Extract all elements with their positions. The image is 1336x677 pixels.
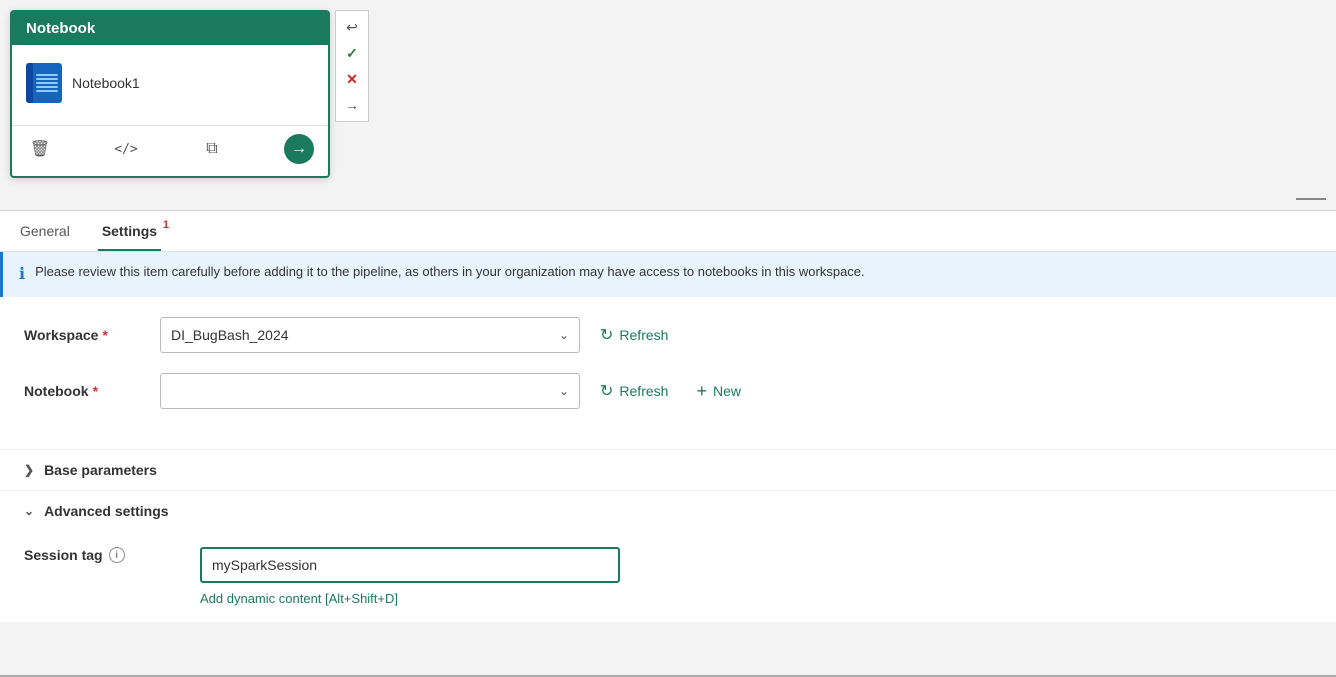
main-container: Notebook Notebook1 bbox=[0, 0, 1336, 677]
workspace-chevron-icon: ⌄ bbox=[559, 328, 569, 342]
go-icon[interactable]: → bbox=[284, 134, 314, 164]
session-tag-input[interactable] bbox=[200, 547, 620, 583]
session-tag-label: Session tag i bbox=[24, 547, 184, 563]
info-banner: ℹ Please review this item carefully befo… bbox=[0, 252, 1336, 297]
arrow-right-icon[interactable]: → bbox=[340, 93, 364, 117]
notebook-file-icon bbox=[26, 63, 62, 103]
copy-icon[interactable]: ⧉ bbox=[198, 135, 226, 163]
delete-icon[interactable]: 🗑 bbox=[26, 135, 54, 163]
code-icon[interactable]: </> bbox=[112, 135, 140, 163]
side-toolbar: ↪ ✓ ✕ → bbox=[335, 10, 369, 122]
notebook-required: * bbox=[93, 383, 98, 399]
tab-settings[interactable]: Settings 1 bbox=[98, 211, 161, 251]
plus-icon: + bbox=[696, 381, 707, 402]
notebook-row: Notebook * ⌄ ↻ Refresh + New bbox=[24, 373, 1312, 409]
settings-badge: 1 bbox=[163, 219, 169, 231]
base-parameters-header[interactable]: ❯ Base parameters bbox=[24, 462, 1312, 478]
session-tag-info-icon[interactable]: i bbox=[109, 547, 125, 563]
canvas-area: Notebook Notebook1 bbox=[0, 0, 1336, 210]
refresh-icon: ↻ bbox=[600, 325, 613, 345]
form-area: Workspace * DI_BugBash_2024 ⌄ ↻ Refresh bbox=[0, 297, 1336, 449]
notebook-new-button[interactable]: + New bbox=[688, 377, 749, 406]
workspace-control: DI_BugBash_2024 ⌄ ↻ Refresh bbox=[160, 317, 1312, 353]
notebook-refresh-icon: ↻ bbox=[600, 381, 613, 401]
base-params-chevron-icon: ❯ bbox=[24, 463, 34, 477]
notebook-card: Notebook Notebook1 bbox=[10, 10, 330, 178]
advanced-settings-section: ⌄ Advanced settings bbox=[0, 490, 1336, 531]
workspace-label: Workspace * bbox=[24, 327, 144, 343]
minimize-icon[interactable] bbox=[1296, 198, 1326, 200]
info-message: Please review this item carefully before… bbox=[35, 262, 865, 282]
session-input-col: Add dynamic content [Alt+Shift+D] bbox=[200, 547, 620, 606]
notebook-chevron-icon: ⌄ bbox=[559, 384, 569, 398]
settings-panel: General Settings 1 ℹ Please review this … bbox=[0, 210, 1336, 622]
notebook-item-name: Notebook1 bbox=[72, 75, 140, 91]
workspace-required: * bbox=[102, 327, 107, 343]
advanced-chevron-icon: ⌄ bbox=[24, 504, 34, 518]
notebook-select[interactable]: ⌄ bbox=[160, 373, 580, 409]
workspace-select[interactable]: DI_BugBash_2024 ⌄ bbox=[160, 317, 580, 353]
info-icon: ℹ bbox=[19, 263, 25, 287]
tab-general[interactable]: General bbox=[16, 211, 74, 251]
workspace-refresh-button[interactable]: ↻ Refresh bbox=[592, 321, 676, 349]
session-tag-row: Session tag i Add dynamic content [Alt+S… bbox=[24, 547, 1312, 606]
tabs-bar: General Settings 1 bbox=[0, 211, 1336, 252]
dynamic-content-link[interactable]: Add dynamic content [Alt+Shift+D] bbox=[200, 591, 620, 606]
advanced-settings-header[interactable]: ⌄ Advanced settings bbox=[24, 503, 1312, 519]
notebook-label: Notebook * bbox=[24, 383, 144, 399]
notebook-refresh-button[interactable]: ↻ Refresh bbox=[592, 377, 676, 405]
check-icon[interactable]: ✓ bbox=[340, 41, 364, 65]
workspace-row: Workspace * DI_BugBash_2024 ⌄ ↻ Refresh bbox=[24, 317, 1312, 353]
notebook-control: ⌄ ↻ Refresh + New bbox=[160, 373, 1312, 409]
undo-icon[interactable]: ↪ bbox=[340, 15, 364, 39]
notebook-card-body: Notebook1 bbox=[12, 45, 328, 121]
close-icon[interactable]: ✕ bbox=[340, 67, 364, 91]
notebook-item: Notebook1 bbox=[26, 57, 314, 109]
session-tag-section: Session tag i Add dynamic content [Alt+S… bbox=[0, 531, 1336, 622]
base-parameters-section: ❯ Base parameters bbox=[0, 449, 1336, 490]
notebook-card-title: Notebook bbox=[12, 12, 328, 45]
notebook-card-actions: 🗑 </> ⧉ → bbox=[12, 125, 328, 176]
